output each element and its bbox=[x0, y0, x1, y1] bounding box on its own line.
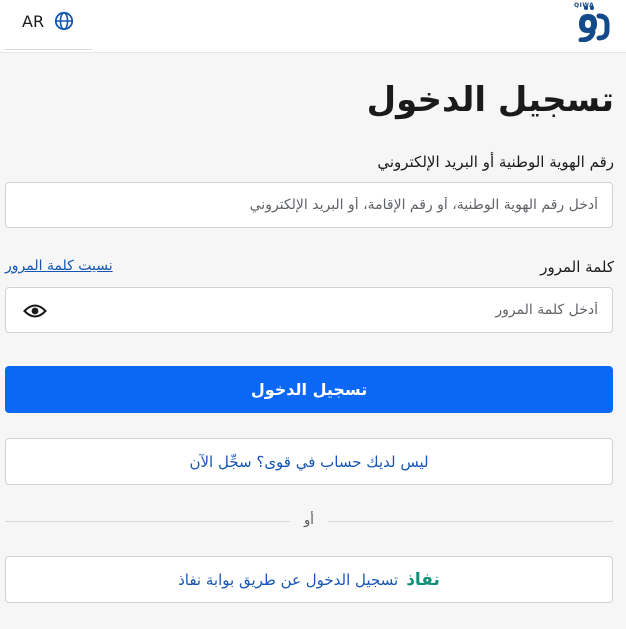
password-input[interactable] bbox=[58, 288, 598, 332]
password-label: كلمة المرور bbox=[540, 258, 614, 276]
id-input[interactable] bbox=[58, 183, 598, 227]
page-title: تسجيل الدخول bbox=[366, 80, 614, 120]
forgot-password-link[interactable]: نسيت كلمة المرور bbox=[5, 258, 113, 274]
eye-icon[interactable] bbox=[23, 302, 47, 320]
divider-right bbox=[328, 521, 613, 522]
globe-icon bbox=[54, 11, 74, 31]
nafath-login-label: تسجيل الدخول عن طريق بوابة نفاذ bbox=[178, 570, 399, 589]
nafath-logo: نفاذ bbox=[406, 569, 440, 590]
divider-left bbox=[5, 521, 290, 522]
register-button-label: ليس لديك حساب في قوى؟ سجِّل الآن bbox=[189, 452, 429, 471]
password-field-container bbox=[5, 287, 613, 333]
top-bar: AR QIWA bbox=[0, 0, 626, 53]
language-label: AR bbox=[22, 11, 45, 31]
logo-wordmark: QIWA bbox=[574, 2, 595, 9]
or-separator: أو bbox=[300, 513, 318, 528]
id-label: رقم الهوية الوطنية أو البريد الإلكتروني bbox=[377, 153, 614, 171]
register-button[interactable]: ليس لديك حساب في قوى؟ سجِّل الآن bbox=[5, 438, 613, 485]
login-button[interactable]: تسجيل الدخول bbox=[5, 366, 613, 413]
nafath-login-button[interactable]: نفاذ تسجيل الدخول عن طريق بوابة نفاذ bbox=[5, 556, 613, 603]
login-button-label: تسجيل الدخول bbox=[250, 380, 368, 399]
language-divider bbox=[5, 49, 92, 50]
id-field-container bbox=[5, 182, 613, 228]
language-switcher[interactable]: AR bbox=[22, 10, 74, 32]
